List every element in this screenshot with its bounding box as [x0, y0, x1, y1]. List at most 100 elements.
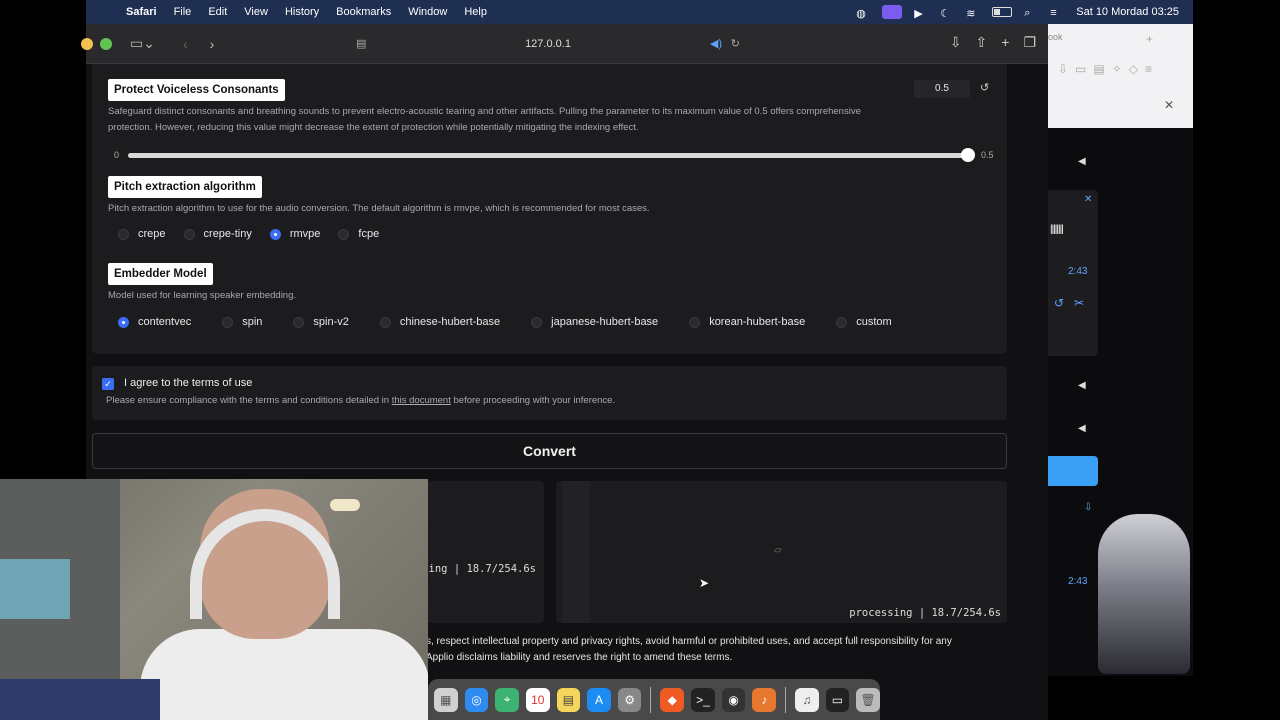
menu-bookmarks[interactable]: Bookmarks: [336, 6, 391, 18]
system-settings-icon[interactable]: ⚙: [617, 687, 642, 712]
radio-rmvpe[interactable]: rmvpe: [269, 228, 320, 240]
share-icon[interactable]: ⇧: [976, 34, 988, 51]
radio-dot[interactable]: [183, 228, 195, 240]
activity-monitor-icon[interactable]: ◉: [721, 687, 746, 712]
terms-note: Please ensure compliance with the terms …: [106, 395, 615, 406]
collapse-arrow-icon-3[interactable]: ◀: [1078, 423, 1086, 434]
address-bar[interactable]: ▤ 127.0.0.1 ◀) ↻: [348, 32, 748, 56]
menu-app-safari[interactable]: Safari: [126, 6, 157, 18]
menu-window[interactable]: Window: [408, 6, 447, 18]
maps-icon[interactable]: ⌖: [495, 687, 519, 712]
terms-document-link[interactable]: this document: [392, 395, 451, 406]
trash-icon[interactable]: 🗑: [856, 687, 880, 712]
protect-slider-track[interactable]: [128, 153, 968, 158]
audio-playing-icon[interactable]: ◀): [710, 32, 722, 56]
search-icon[interactable]: ⌕: [1024, 7, 1038, 19]
battery-icon[interactable]: [992, 7, 1013, 17]
radio-crepe[interactable]: crepe: [118, 228, 166, 240]
window-icon[interactable]: ▭: [825, 687, 850, 712]
protect-slider-thumb[interactable]: [961, 148, 975, 162]
menu-history[interactable]: History: [285, 6, 319, 18]
agree-label[interactable]: I agree to the terms of use: [124, 377, 252, 389]
background-toolbar-icons[interactable]: ⇩▭▤✧◇≡: [1058, 62, 1159, 76]
brave-icon[interactable]: ◆: [660, 687, 685, 712]
zoom-button[interactable]: [100, 37, 112, 50]
launchpad-icon[interactable]: ▦: [434, 687, 458, 712]
radio-spin[interactable]: spin: [222, 316, 262, 328]
radio-custom[interactable]: custom: [836, 316, 892, 328]
webcam-background-screen: [0, 559, 70, 619]
slider-min-label: 0: [114, 150, 120, 160]
tab-overview-icon[interactable]: ❐: [1023, 34, 1036, 51]
control-center-icon[interactable]: ≡: [1050, 7, 1064, 19]
minimize-button[interactable]: [81, 37, 93, 50]
agree-checkbox[interactable]: ✓: [102, 378, 114, 390]
collapse-arrow-icon-2[interactable]: ◀: [1078, 380, 1086, 391]
radio-fcpe[interactable]: fcpe: [338, 228, 379, 240]
menu-edit[interactable]: Edit: [208, 6, 227, 18]
convert-button[interactable]: Convert: [92, 433, 1007, 469]
menu-bar: Safari File Edit View History Bookmarks …: [86, 0, 1193, 24]
document-icon[interactable]: ♫: [795, 687, 819, 712]
embedder-description: Model used for learning speaker embeddin…: [108, 290, 297, 301]
background-tab-label[interactable]: ook: [1048, 32, 1063, 42]
menu-file[interactable]: File: [174, 6, 192, 18]
page-menu-icon[interactable]: ▤: [356, 32, 366, 56]
protect-value-input[interactable]: 0.5: [914, 80, 970, 98]
reset-icon[interactable]: ↺: [980, 81, 989, 94]
webcam-lamp: [330, 499, 360, 511]
downloads-icon[interactable]: ⇩: [950, 34, 962, 51]
radio-spin-v2[interactable]: spin-v2: [293, 316, 349, 328]
radio-dot[interactable]: [118, 228, 129, 240]
new-tab-icon[interactable]: +: [1001, 34, 1009, 51]
radio-label: crepe-tiny: [203, 228, 252, 240]
radio-contentvec[interactable]: contentvec: [118, 316, 191, 328]
radio-dot[interactable]: [338, 228, 350, 240]
dock-separator-2: [785, 686, 787, 713]
blue-action-button[interactable]: [1048, 456, 1098, 486]
radio-dot[interactable]: [222, 316, 234, 328]
reload-icon[interactable]: ↻: [731, 32, 740, 56]
footer-line-1: s, respect intellectual property and pri…: [426, 636, 952, 647]
radio-dot[interactable]: [836, 316, 848, 328]
terms-note-text-end: before proceeding with your inference.: [450, 395, 616, 406]
sidebar-toggle-icon[interactable]: ▭⌄: [130, 35, 155, 52]
card-close-icon[interactable]: ✕: [1084, 194, 1092, 205]
collapse-arrow-icon[interactable]: ◀: [1078, 156, 1086, 167]
undo-icon[interactable]: ↺: [1054, 296, 1064, 310]
forward-icon[interactable]: ›: [210, 36, 215, 52]
radio-japanese-hubert-base[interactable]: japanese-hubert-base: [531, 316, 658, 328]
back-icon[interactable]: ‹: [183, 36, 188, 52]
screen-mirroring-icon[interactable]: [882, 5, 903, 19]
radio-chinese-hubert-base[interactable]: chinese-hubert-base: [379, 316, 500, 328]
radio-dot[interactable]: [269, 228, 281, 240]
wifi-icon[interactable]: ≋: [966, 7, 980, 20]
radio-crepe-tiny[interactable]: crepe-tiny: [183, 228, 252, 240]
radio-label: spin-v2: [313, 316, 349, 328]
scissors-icon[interactable]: ✂: [1074, 296, 1084, 310]
download-icon[interactable]: ⇩: [1084, 502, 1092, 513]
radio-dot[interactable]: [379, 316, 391, 328]
menubar-datetime[interactable]: Sat 10 Mordad 03:25: [1076, 6, 1179, 18]
safari-icon[interactable]: ◎: [464, 687, 489, 712]
radio-dot[interactable]: [689, 316, 701, 328]
waveform-icon: ||||||||: [1050, 224, 1064, 235]
notes-icon[interactable]: ▤: [556, 687, 581, 712]
calendar-icon[interactable]: 10: [525, 687, 550, 712]
app-store-icon[interactable]: A: [587, 687, 611, 712]
menu-help[interactable]: Help: [464, 6, 487, 18]
radio-dot[interactable]: [118, 316, 129, 328]
radio-korean-hubert-base[interactable]: korean-hubert-base: [689, 316, 805, 328]
loading-icon: ▱: [774, 545, 782, 556]
moon-icon[interactable]: ☾: [940, 7, 954, 20]
radio-dot[interactable]: [293, 316, 305, 328]
fl-studio-icon[interactable]: ♪: [752, 687, 777, 712]
status-globe-icon[interactable]: ◍: [856, 7, 870, 20]
background-new-tab-icon[interactable]: +: [1146, 32, 1153, 46]
play-icon[interactable]: ▶: [914, 7, 928, 20]
radio-dot[interactable]: [531, 316, 543, 328]
terminal-icon[interactable]: >_: [691, 687, 715, 712]
menu-view[interactable]: View: [244, 6, 268, 18]
background-close-icon[interactable]: ✕: [1164, 98, 1174, 112]
pitch-label: Pitch extraction algorithm: [108, 176, 262, 198]
